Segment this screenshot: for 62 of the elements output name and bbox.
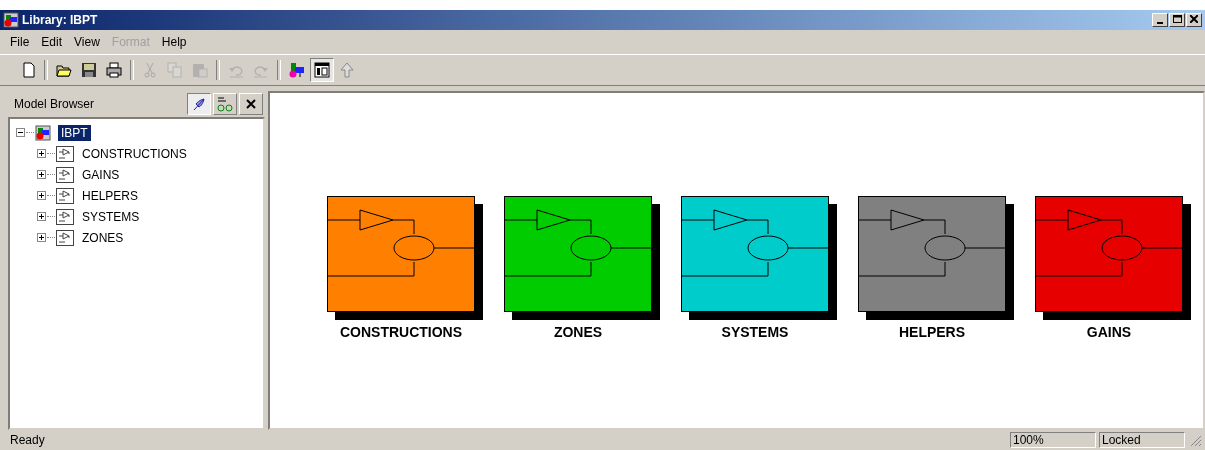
lock-status: Locked [1099,432,1185,448]
browser-button[interactable] [310,58,334,82]
library-block[interactable] [681,196,837,320]
panel-icon [314,62,330,78]
minimize-icon [1157,22,1163,24]
expand-toggle[interactable] [37,149,46,158]
close-icon [1190,15,1198,23]
close-button[interactable] [239,93,263,115]
block-label: HELPERS [898,324,967,340]
folder-icon [56,62,72,78]
copy-icon [167,62,183,78]
view-button[interactable] [213,93,237,115]
floppy-icon [81,62,97,78]
app-icon [3,12,19,28]
tree-item[interactable]: HELPERS [79,187,142,204]
menu-item[interactable]: File [4,35,36,49]
close-button[interactable] [1186,13,1202,27]
tree-item[interactable]: SYSTEMS [79,208,143,225]
maximize-icon [1172,15,1182,23]
minimize-button[interactable] [1152,13,1168,27]
close-icon [246,99,256,109]
library-block[interactable] [858,196,1014,320]
window-title: Library: IBPT [22,13,98,27]
resize-grip-icon[interactable] [1188,433,1202,447]
expand-toggle[interactable] [37,212,46,221]
blocks-icon [289,62,305,78]
maximize-button[interactable] [1169,13,1185,27]
block-icon [56,145,74,162]
menu-item[interactable]: Edit [35,35,69,49]
tree-item[interactable]: ZONES [79,229,127,246]
tree-item[interactable]: IBPT [58,124,91,141]
scissors-icon [142,62,158,78]
printer-icon [106,62,122,78]
block-icon [56,187,74,204]
library-block[interactable] [1035,196,1191,320]
library-icon [35,124,53,141]
library-block[interactable] [327,196,483,320]
block-label: SYSTEMS [721,324,790,340]
block-icon [56,229,74,246]
link-button[interactable] [187,93,211,115]
status-message: Ready [10,433,46,447]
tree-item[interactable]: GAINS [79,166,123,183]
block-label: ZONES [553,324,604,340]
block-icon [56,166,74,183]
clipboard-icon [192,62,208,78]
expand-toggle[interactable] [37,233,46,242]
zoom-level: 100% [1010,432,1096,448]
link-icon [191,96,207,112]
expand-toggle[interactable] [37,170,46,179]
tree-item[interactable]: CONSTRUCTIONS [79,145,190,162]
panel-title: Model Browser [13,97,96,111]
menu-item[interactable]: Help [155,35,193,49]
block-icon [56,208,74,225]
menu-item[interactable]: View [68,35,106,49]
block-label: CONSTRUCTIONS [339,324,464,340]
glasses-icon [216,96,234,112]
block-label: GAINS [1086,324,1133,340]
up-arrow-icon [339,62,355,78]
expand-toggle[interactable] [37,191,46,200]
new-file-icon [20,62,36,78]
collapse-toggle[interactable] [16,128,25,137]
library-block[interactable] [504,196,660,320]
